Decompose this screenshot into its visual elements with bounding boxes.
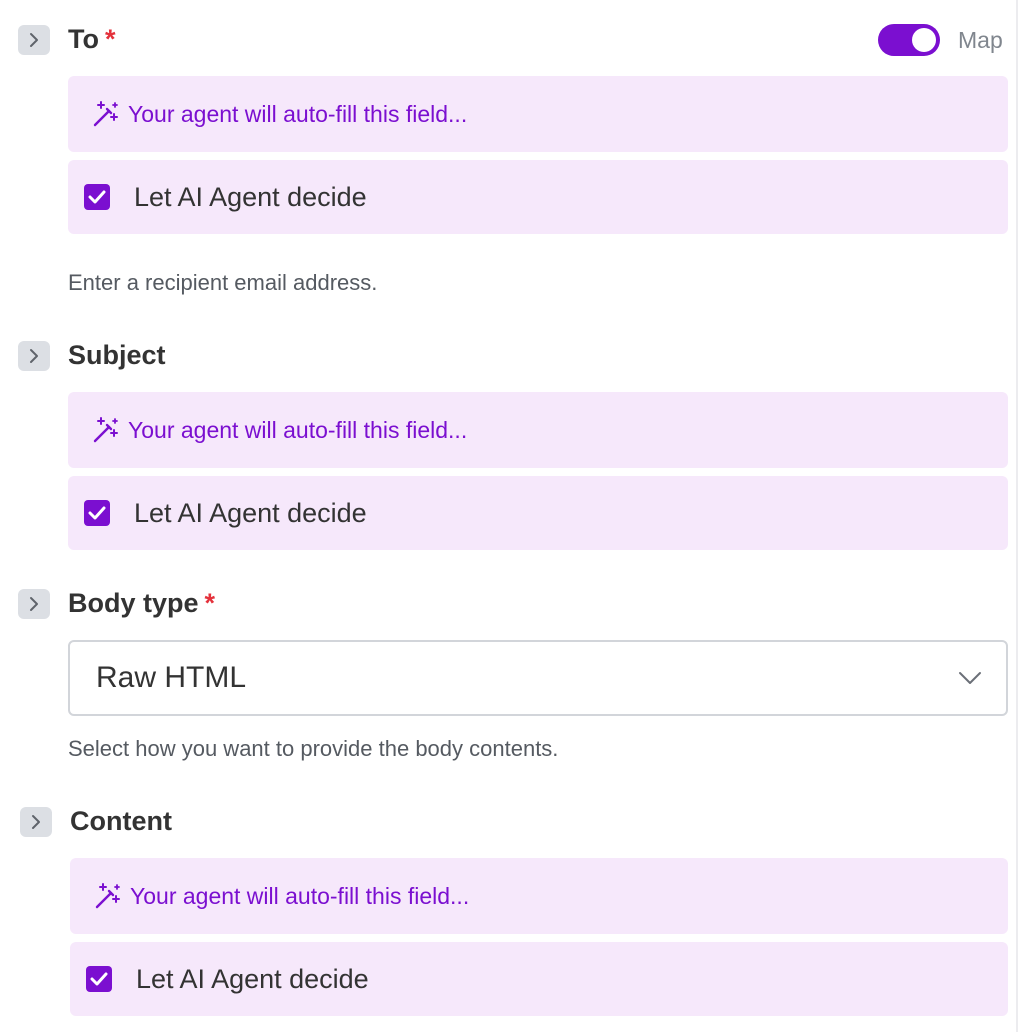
field-label-text: Body type bbox=[68, 588, 199, 618]
ai-autofill-box-subject: Your agent will auto-fill this field... bbox=[68, 392, 1008, 468]
expand-body-type-button[interactable] bbox=[18, 589, 50, 619]
let-ai-decide-label: Let AI Agent decide bbox=[136, 963, 369, 994]
chevron-right-icon bbox=[30, 597, 38, 611]
checkmark-icon bbox=[88, 190, 106, 204]
field-label-text: Content bbox=[70, 806, 172, 836]
let-ai-decide-checkbox[interactable] bbox=[84, 184, 110, 210]
magic-wand-icon bbox=[95, 883, 120, 909]
required-asterisk: * bbox=[104, 24, 116, 54]
map-toggle[interactable] bbox=[878, 24, 940, 56]
magic-wand-icon bbox=[93, 101, 118, 127]
ai-autofill-text: Your agent will auto-fill this field... bbox=[128, 416, 468, 443]
expand-to-button[interactable] bbox=[18, 25, 50, 55]
helper-text-to: Enter a recipient email address. bbox=[68, 270, 378, 295]
field-label-content: Content bbox=[70, 803, 172, 839]
let-ai-decide-checkbox[interactable] bbox=[84, 500, 110, 526]
expand-subject-button[interactable] bbox=[18, 341, 50, 371]
field-label-text: Subject bbox=[68, 340, 166, 370]
chevron-right-icon bbox=[30, 349, 38, 363]
field-label-body-type: Body type * bbox=[68, 585, 215, 621]
let-ai-decide-label: Let AI Agent decide bbox=[134, 181, 367, 212]
chevron-right-icon bbox=[30, 33, 38, 47]
ai-autofill-box-to: Your agent will auto-fill this field... bbox=[68, 76, 1008, 152]
toggle-knob bbox=[912, 28, 936, 52]
let-ai-decide-checkbox[interactable] bbox=[86, 966, 112, 992]
chevron-right-icon bbox=[32, 815, 40, 829]
chevron-down-icon bbox=[959, 672, 981, 684]
field-label-text: To bbox=[68, 24, 99, 54]
field-label-subject: Subject bbox=[68, 337, 166, 373]
helper-text-body-type: Select how you want to provide the body … bbox=[68, 736, 559, 761]
scrollbar[interactable] bbox=[1016, 0, 1018, 1032]
ai-autofill-box-content: Your agent will auto-fill this field... bbox=[70, 858, 1008, 934]
body-type-select[interactable]: Raw HTML bbox=[68, 640, 1008, 716]
field-label-to: To * bbox=[68, 21, 116, 57]
map-label: Map bbox=[958, 27, 1003, 53]
ai-autofill-text: Your agent will auto-fill this field... bbox=[128, 100, 468, 127]
expand-content-button[interactable] bbox=[20, 807, 52, 837]
ai-autofill-text: Your agent will auto-fill this field... bbox=[130, 882, 470, 909]
required-asterisk: * bbox=[204, 588, 216, 618]
body-type-selected-value: Raw HTML bbox=[96, 661, 247, 694]
let-ai-decide-label: Let AI Agent decide bbox=[134, 497, 367, 528]
checkmark-icon bbox=[88, 506, 106, 520]
magic-wand-icon bbox=[93, 417, 118, 443]
let-ai-decide-row-subject[interactable]: Let AI Agent decide bbox=[68, 476, 1008, 550]
let-ai-decide-row-content[interactable]: Let AI Agent decide bbox=[70, 942, 1008, 1016]
checkmark-icon bbox=[90, 972, 108, 986]
let-ai-decide-row-to[interactable]: Let AI Agent decide bbox=[68, 160, 1008, 234]
